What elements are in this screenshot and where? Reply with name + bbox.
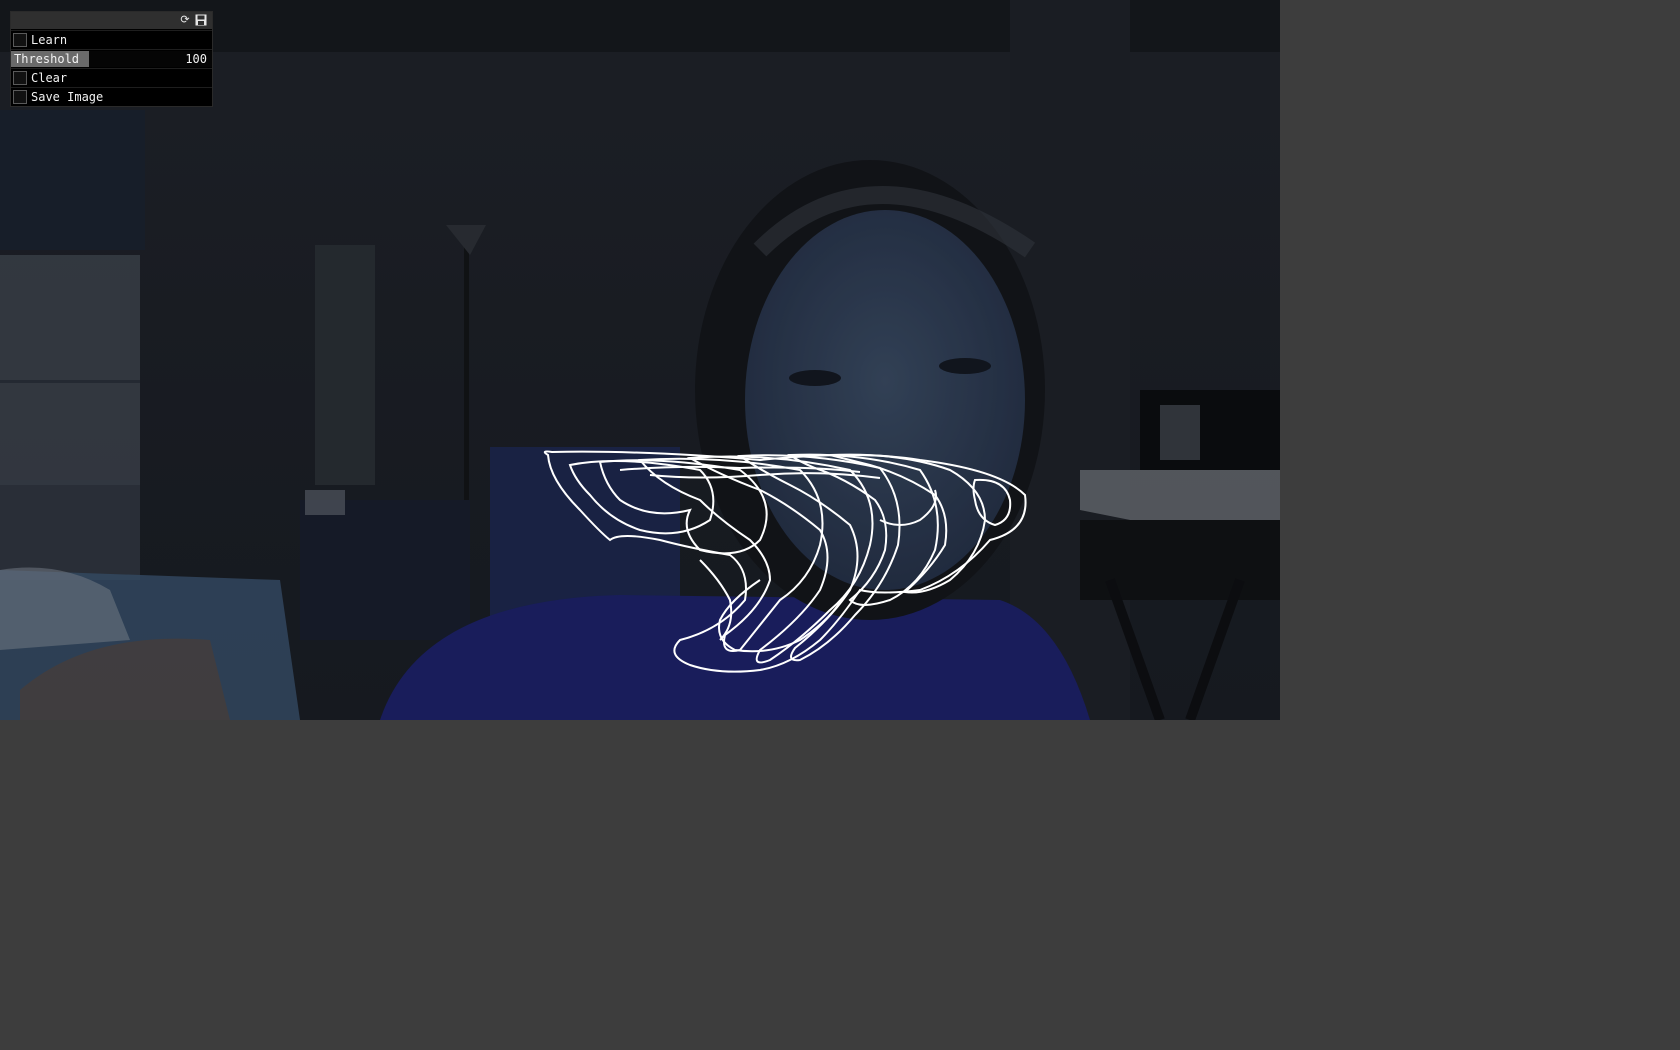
video-dim	[0, 0, 1280, 720]
clear-toggle[interactable]: Clear	[11, 68, 212, 87]
threshold-label: Threshold	[14, 52, 80, 66]
camera-scene	[0, 0, 1280, 720]
threshold-value: 100	[185, 52, 207, 66]
refresh-icon[interactable]: ⟳	[179, 14, 191, 26]
clear-label: Clear	[31, 71, 68, 85]
camera-video-frame	[0, 0, 1280, 720]
threshold-slider-track[interactable]: Threshold 100	[11, 51, 212, 67]
app-window: ⟳ Learn Threshold 100 Clear Save Image	[0, 0, 1680, 1050]
clear-checkbox[interactable]	[13, 71, 27, 85]
threshold-slider[interactable]: Threshold 100	[11, 49, 212, 68]
save-image-checkbox[interactable]	[13, 90, 27, 104]
save-settings-icon[interactable]	[195, 14, 207, 26]
floppy-icon	[195, 14, 207, 26]
learn-toggle[interactable]: Learn	[11, 30, 212, 49]
learn-checkbox[interactable]	[13, 33, 27, 47]
panel-header[interactable]: ⟳	[11, 12, 212, 29]
settings-panel: ⟳ Learn Threshold 100 Clear Save Image	[10, 11, 213, 107]
learn-label: Learn	[31, 33, 68, 47]
save-image-label: Save Image	[31, 90, 104, 104]
save-image-toggle[interactable]: Save Image	[11, 87, 212, 106]
